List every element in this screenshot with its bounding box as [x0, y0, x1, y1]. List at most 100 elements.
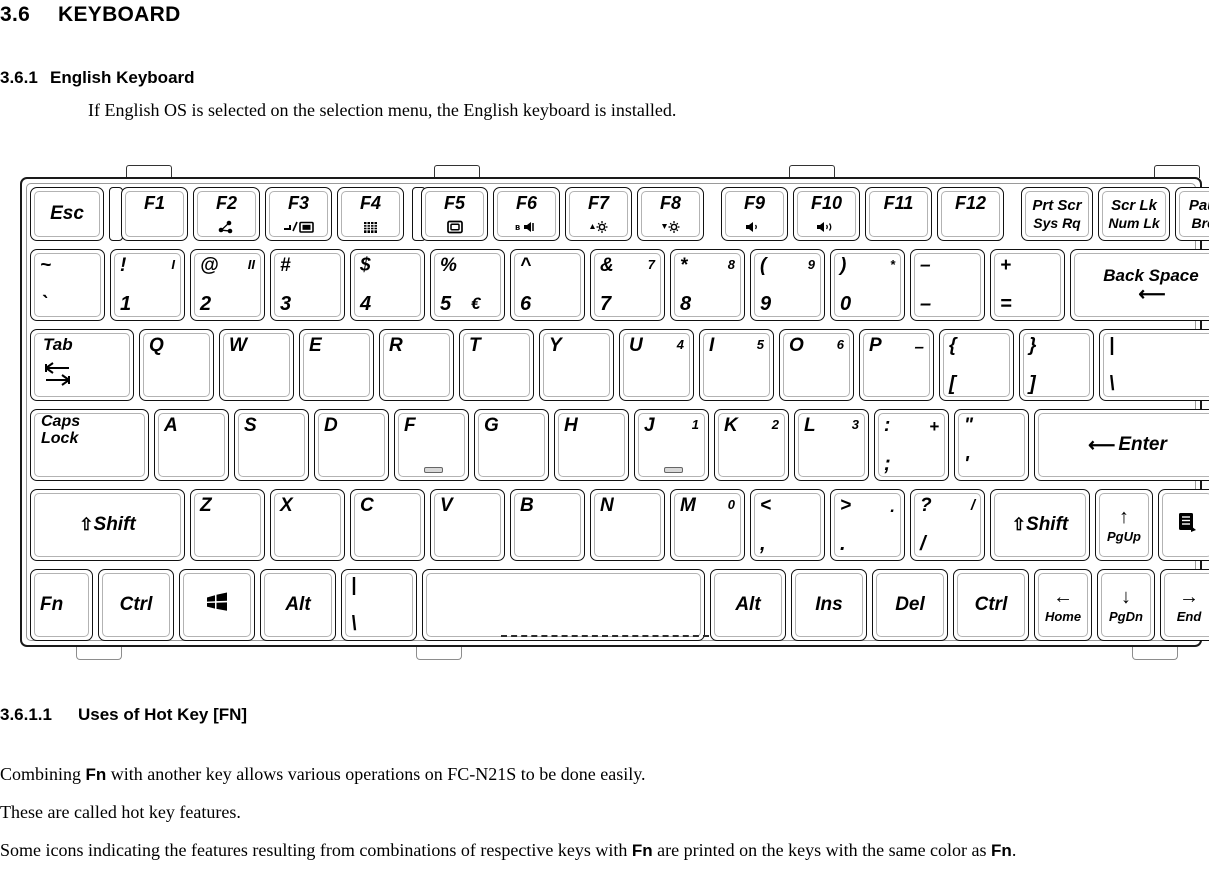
key-5[interactable]: % 5 € [430, 249, 505, 321]
key-0[interactable]: ) 0 * [830, 249, 905, 321]
key-e-label: E [309, 335, 322, 356]
key-f1[interactable]: F1 [121, 187, 188, 241]
key-a[interactable]: A [154, 409, 229, 481]
key-m[interactable]: M 0 [670, 489, 745, 561]
key-f3[interactable]: F3 [265, 187, 332, 241]
key-f12[interactable]: F12 [937, 187, 1004, 241]
key-alt-right[interactable]: Alt [710, 569, 786, 641]
key-p-numpad: – [914, 337, 924, 356]
key-q[interactable]: Q [139, 329, 214, 401]
key-w[interactable]: W [219, 329, 294, 401]
key-l[interactable]: L 3 [794, 409, 869, 481]
key-2-numpad: II [247, 257, 255, 272]
key-n-label: N [600, 495, 614, 516]
key-0-upper: ) [840, 255, 847, 276]
section-heading: 3.6 KEYBOARD [0, 0, 181, 27]
key-period[interactable]: > . . [830, 489, 905, 561]
key-backtick[interactable]: ~ ` [30, 249, 105, 321]
key-f4[interactable]: F4 [337, 187, 404, 241]
key-arrow-up[interactable]: ↑ PgUp [1095, 489, 1153, 561]
key-shift-left[interactable]: ⇧ Shift [30, 489, 185, 561]
key-esc[interactable]: Esc [30, 187, 104, 241]
key-menu[interactable] [1158, 489, 1209, 561]
key-0-numpad: * [889, 257, 895, 272]
key-1-lower: 1 [120, 293, 132, 315]
key-h[interactable]: H [554, 409, 629, 481]
key-s[interactable]: S [234, 409, 309, 481]
key-print-screen[interactable]: Prt Scr Sys Rq [1021, 187, 1093, 241]
key-insert-label: Ins [815, 594, 843, 615]
key-backslash[interactable]: | \ [1099, 329, 1209, 401]
key-minus[interactable]: – – [910, 249, 985, 321]
key-f7[interactable]: F7 [565, 187, 632, 241]
key-tab[interactable]: Tab [30, 329, 134, 401]
key-arrow-right[interactable]: → End [1160, 569, 1209, 641]
key-delete[interactable]: Del [872, 569, 948, 641]
key-c[interactable]: C [350, 489, 425, 561]
key-pause[interactable]: Pause Break [1175, 187, 1209, 241]
key-1[interactable]: ! 1 I [110, 249, 185, 321]
key-f[interactable]: F [394, 409, 469, 481]
key-f10[interactable]: F10 [793, 187, 860, 241]
key-t[interactable]: T [459, 329, 534, 401]
key-j[interactable]: J 1 [634, 409, 709, 481]
key-bracket-left[interactable]: { [ [939, 329, 1014, 401]
key-quote[interactable]: " ' [954, 409, 1029, 481]
key-shift-right[interactable]: ⇧ Shift [990, 489, 1090, 561]
key-windows[interactable] [179, 569, 255, 641]
key-f8[interactable]: F8 [637, 187, 704, 241]
key-r[interactable]: R [379, 329, 454, 401]
key-4[interactable]: $ 4 [350, 249, 425, 321]
key-3[interactable]: # 3 [270, 249, 345, 321]
key-backtick-upper: ~ [40, 255, 52, 276]
key-x[interactable]: X [270, 489, 345, 561]
key-equal[interactable]: + = [990, 249, 1065, 321]
key-tab-label: Tab [43, 335, 73, 354]
key-b[interactable]: B [510, 489, 585, 561]
key-caps-lock[interactable]: Caps Lock [30, 409, 149, 481]
key-bracket-right[interactable]: } ] [1019, 329, 1094, 401]
key-spacebar[interactable] [422, 569, 705, 641]
key-f6[interactable]: F6 B [493, 187, 560, 241]
key-i[interactable]: I 5 [699, 329, 774, 401]
key-fn[interactable]: Fn [30, 569, 93, 641]
key-backspace[interactable]: Back Space ⟵ [1070, 249, 1209, 321]
key-u[interactable]: U 4 [619, 329, 694, 401]
key-y[interactable]: Y [539, 329, 614, 401]
key-f5[interactable]: F5 [421, 187, 488, 241]
key-insert[interactable]: Ins [791, 569, 867, 641]
key-2[interactable]: @ 2 II [190, 249, 265, 321]
key-a-label: A [164, 415, 178, 436]
key-g[interactable]: G [474, 409, 549, 481]
key-e[interactable]: E [299, 329, 374, 401]
enter-arrow-icon: ⟵ [1088, 434, 1115, 456]
key-8[interactable]: * 8 8 [670, 249, 745, 321]
key-arrow-down[interactable]: ↓ PgDn [1097, 569, 1155, 641]
key-arrow-right-sublabel: End [1176, 609, 1202, 624]
hotkey-paragraph-1: Combining Fn with another key allows var… [0, 763, 646, 787]
key-7[interactable]: & 7 7 [590, 249, 665, 321]
key-f9[interactable]: F9 [721, 187, 788, 241]
key-alt-left[interactable]: Alt [260, 569, 336, 641]
key-n[interactable]: N [590, 489, 665, 561]
key-arrow-left[interactable]: ← Home [1034, 569, 1092, 641]
key-comma[interactable]: < , [750, 489, 825, 561]
shift-up-arrow-icon: ⇧ [79, 515, 94, 534]
key-k[interactable]: K 2 [714, 409, 789, 481]
key-f11[interactable]: F11 [865, 187, 932, 241]
key-f2[interactable]: F2 [193, 187, 260, 241]
key-z[interactable]: Z [190, 489, 265, 561]
key-enter[interactable]: ⟵ Enter [1034, 409, 1209, 481]
key-9[interactable]: ( 9 9 [750, 249, 825, 321]
key-backslash-bottom[interactable]: | \ [341, 569, 417, 641]
key-o[interactable]: O 6 [779, 329, 854, 401]
key-v[interactable]: V [430, 489, 505, 561]
key-p[interactable]: P – [859, 329, 934, 401]
key-slash[interactable]: ? / / [910, 489, 985, 561]
key-scroll-lock[interactable]: Scr Lk Num Lk [1098, 187, 1170, 241]
key-ctrl-left[interactable]: Ctrl [98, 569, 174, 641]
key-6[interactable]: ^ 6 [510, 249, 585, 321]
key-d[interactable]: D [314, 409, 389, 481]
key-ctrl-right[interactable]: Ctrl [953, 569, 1029, 641]
key-semicolon[interactable]: : ; + [874, 409, 949, 481]
